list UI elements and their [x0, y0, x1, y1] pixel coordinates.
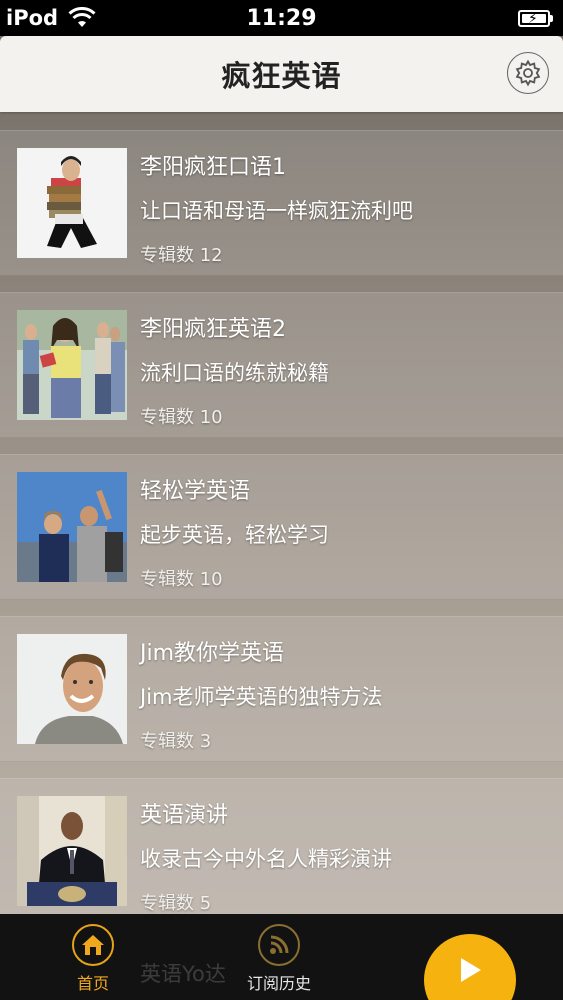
album-item[interactable]: 英语演讲 收录古今中外名人精彩演讲 专辑数 5 — [0, 778, 563, 914]
album-title: 李阳疯狂英语2 — [140, 317, 286, 342]
nav-bar: 疯狂英语 — [0, 36, 563, 112]
page-title: 疯狂英语 — [221, 59, 342, 93]
status-left: iPod — [6, 6, 96, 30]
album-title: 李阳疯狂口语1 — [140, 155, 286, 180]
gear-icon — [515, 59, 541, 87]
tab-home[interactable]: 首页 — [48, 924, 138, 1000]
album-item[interactable]: Jim教你学英语 Jim老师学英语的独特方法 专辑数 3 — [0, 616, 563, 762]
album-item[interactable]: 轻松学英语 起步英语，轻松学习 专辑数 10 — [0, 454, 563, 600]
album-count: 专辑数 3 — [140, 731, 212, 752]
battery-icon: ⚡ — [518, 9, 553, 27]
status-bar: iPod 11:29 ⚡ — [0, 0, 563, 36]
tab-label: 首页 — [76, 974, 109, 993]
album-description: 收录古今中外名人精彩演讲 — [140, 847, 392, 871]
album-description: 让口语和母语一样疯狂流利吧 — [140, 199, 413, 223]
wifi-icon — [68, 7, 96, 27]
album-item[interactable]: 李阳疯狂英语2 流利口语的练就秘籍 专辑数 10 — [0, 292, 563, 438]
album-thumbnail — [17, 310, 127, 420]
tab-history[interactable]: 订阅历史 — [234, 924, 324, 1000]
album-thumbnail — [17, 472, 127, 582]
album-list: 李阳疯狂口语1 让口语和母语一样疯狂流利吧 专辑数 12 李阳疯狂英语2 流利口… — [0, 112, 563, 914]
album-title: Jim教你学英语 — [140, 641, 285, 666]
settings-button[interactable] — [507, 52, 549, 94]
tab-bar: 英语Yo达 首页 订阅历史 — [0, 914, 563, 1000]
play-icon — [461, 958, 481, 982]
album-title: 轻松学英语 — [140, 479, 251, 504]
home-icon — [72, 924, 114, 966]
album-thumbnail — [17, 634, 127, 744]
album-description: Jim老师学英语的独特方法 — [140, 685, 383, 709]
carrier-label: iPod — [6, 6, 59, 30]
album-description: 流利口语的练就秘籍 — [140, 361, 329, 385]
album-thumbnail — [17, 796, 127, 906]
rss-icon — [258, 924, 300, 966]
album-count: 专辑数 5 — [140, 893, 212, 914]
album-description: 起步英语，轻松学习 — [140, 523, 329, 547]
album-item[interactable]: 李阳疯狂口语1 让口语和母语一样疯狂流利吧 专辑数 12 — [0, 130, 563, 276]
album-title: 英语演讲 — [140, 803, 229, 828]
album-thumbnail — [17, 148, 127, 258]
album-count: 专辑数 12 — [140, 245, 223, 266]
album-count: 专辑数 10 — [140, 407, 223, 428]
play-button[interactable] — [424, 934, 516, 1000]
list-item-peek: 英语Yo达 — [140, 962, 226, 986]
tab-label: 订阅历史 — [246, 974, 311, 993]
album-count: 专辑数 10 — [140, 569, 223, 590]
